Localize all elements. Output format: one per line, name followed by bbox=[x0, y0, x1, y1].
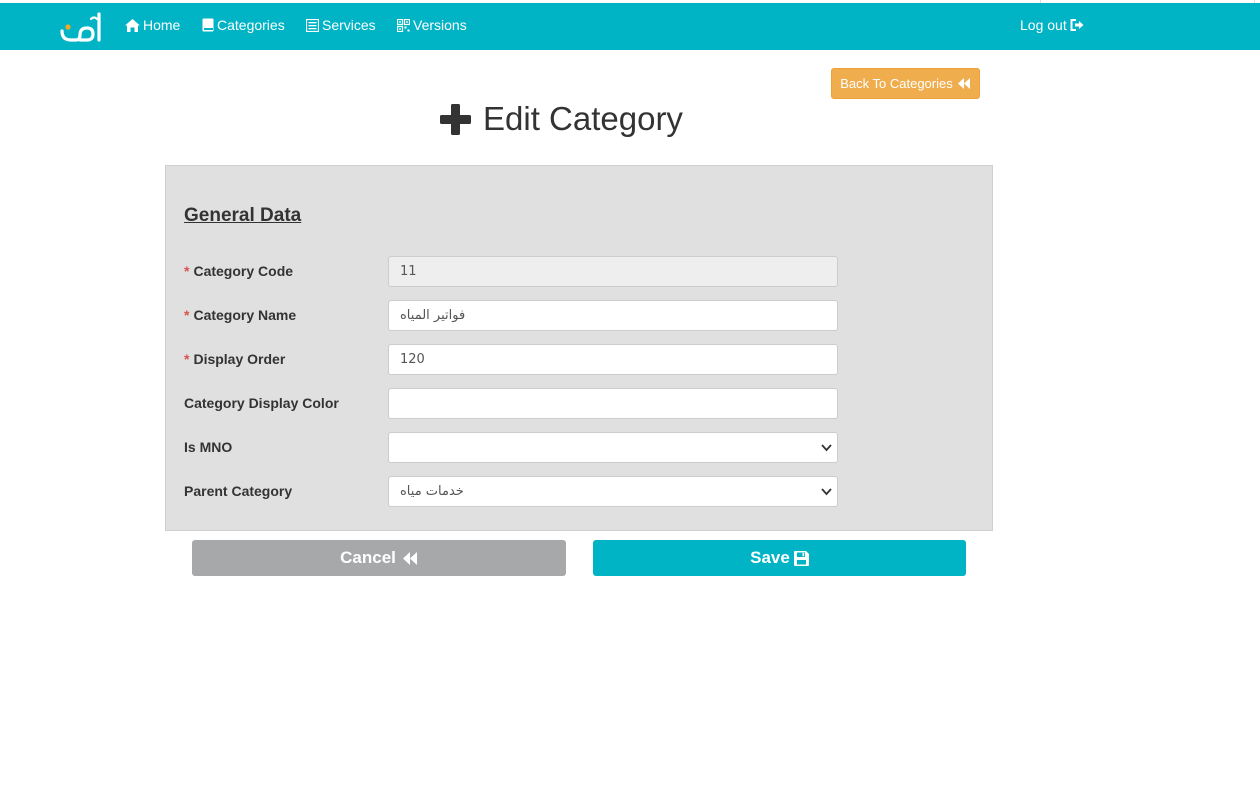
is-mno-label: Is MNO bbox=[184, 439, 233, 455]
nav-services[interactable]: Services bbox=[306, 17, 376, 33]
save-button[interactable]: Save bbox=[593, 540, 966, 576]
required-mark: * bbox=[184, 351, 190, 367]
section-title: General Data bbox=[184, 205, 302, 226]
plus-icon bbox=[440, 103, 471, 135]
display-color-label: Category Display Color bbox=[184, 395, 339, 411]
save-label: Save bbox=[750, 548, 790, 567]
nav-home-label: Home bbox=[143, 17, 181, 33]
back-to-categories-button[interactable]: Back To Categories bbox=[831, 68, 980, 99]
display-color-field[interactable] bbox=[388, 388, 838, 419]
chevron-down-icon bbox=[821, 488, 832, 496]
nav-versions[interactable]: Versions bbox=[397, 17, 467, 33]
category-code-field[interactable]: 11 bbox=[388, 256, 838, 287]
page-title: Edit Category bbox=[483, 100, 683, 137]
back-to-categories-label: Back To Categories bbox=[840, 76, 953, 91]
category-name-value: فواتير المياه bbox=[400, 308, 466, 323]
parent-category-value: خدمات مياه bbox=[400, 484, 464, 499]
page-heading: Edit Category bbox=[440, 100, 683, 138]
category-code-label: * Category Code bbox=[184, 263, 293, 279]
display-order-label: * Display Order bbox=[184, 351, 285, 367]
category-name-label: * Category Name bbox=[184, 307, 296, 323]
required-mark: * bbox=[184, 263, 190, 279]
category-code-label-text: Category Code bbox=[193, 263, 294, 279]
nav-categories[interactable]: Categories bbox=[202, 17, 285, 33]
parent-category-select[interactable]: خدمات مياه bbox=[388, 476, 838, 507]
nav-versions-label: Versions bbox=[413, 17, 467, 33]
nav-home[interactable]: Home bbox=[125, 17, 180, 33]
nav-categories-label: Categories bbox=[217, 17, 285, 33]
logout-icon bbox=[1070, 19, 1084, 31]
parent-category-label: Parent Category bbox=[184, 483, 293, 499]
navbar: Home Categories Services Versions Log ou… bbox=[0, 3, 1260, 50]
book-icon bbox=[202, 18, 214, 32]
category-code-value: 11 bbox=[400, 264, 417, 279]
cancel-button[interactable]: Cancel bbox=[192, 540, 566, 576]
logout-label: Log out bbox=[1020, 17, 1067, 33]
cancel-label: Cancel bbox=[340, 548, 396, 567]
is-mno-select[interactable] bbox=[388, 432, 838, 463]
backward-icon bbox=[402, 551, 417, 565]
aman-logo[interactable] bbox=[58, 11, 104, 43]
category-name-field[interactable]: فواتير المياه bbox=[388, 300, 838, 331]
display-order-label-text: Display Order bbox=[193, 351, 286, 367]
nav-services-label: Services bbox=[322, 17, 376, 33]
category-name-label-text: Category Name bbox=[193, 307, 297, 323]
display-order-field[interactable]: 120 bbox=[388, 344, 838, 375]
qrcode-icon bbox=[397, 18, 410, 32]
list-icon bbox=[306, 18, 319, 32]
display-order-value: 120 bbox=[400, 352, 425, 367]
required-mark: * bbox=[184, 307, 190, 323]
logout-link[interactable]: Log out bbox=[1020, 17, 1084, 33]
chevron-down-icon bbox=[821, 444, 832, 452]
backward-icon bbox=[957, 78, 970, 89]
floppy-disk-icon bbox=[793, 550, 809, 566]
home-icon bbox=[125, 18, 140, 32]
